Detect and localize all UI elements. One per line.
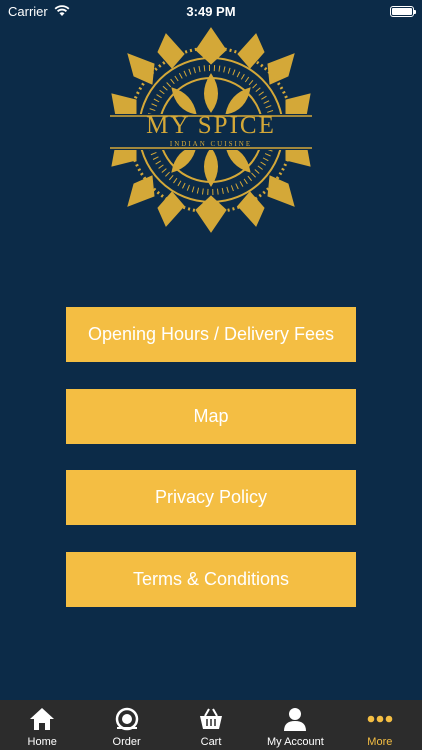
tab-order[interactable]: Order	[84, 700, 168, 750]
tab-more[interactable]: More	[338, 700, 422, 750]
logo-name: MY SPICE	[146, 112, 276, 139]
order-icon	[113, 705, 141, 733]
account-icon	[281, 705, 309, 733]
privacy-policy-button[interactable]: Privacy Policy	[66, 470, 356, 525]
tab-order-label: Order	[112, 736, 141, 748]
tab-cart-label: Cart	[200, 736, 222, 748]
map-button[interactable]: Map	[66, 389, 356, 444]
status-bar: Carrier 3:49 PM	[0, 0, 422, 22]
cart-icon	[197, 705, 225, 733]
logo-subtitle: INDIAN CUISINE	[169, 140, 253, 148]
tab-my-account-label: My Account	[266, 736, 324, 748]
opening-hours-button[interactable]: Opening Hours / Delivery Fees	[66, 307, 356, 362]
my-spice-logo: MY SPICE INDIAN CUISINE	[106, 24, 316, 236]
tab-cart[interactable]: Cart	[169, 700, 253, 750]
more-icon	[366, 705, 394, 733]
status-time: 3:49 PM	[186, 4, 236, 19]
battery-icon	[390, 5, 416, 17]
tab-home[interactable]: Home	[0, 700, 84, 750]
tab-home-label: Home	[27, 736, 57, 748]
tab-bar: Home Order Cart My Account More	[0, 700, 422, 750]
home-icon	[28, 705, 56, 733]
tab-more-label: More	[367, 736, 393, 748]
tab-my-account[interactable]: My Account	[253, 700, 337, 750]
terms-conditions-button[interactable]: Terms & Conditions	[66, 552, 356, 607]
